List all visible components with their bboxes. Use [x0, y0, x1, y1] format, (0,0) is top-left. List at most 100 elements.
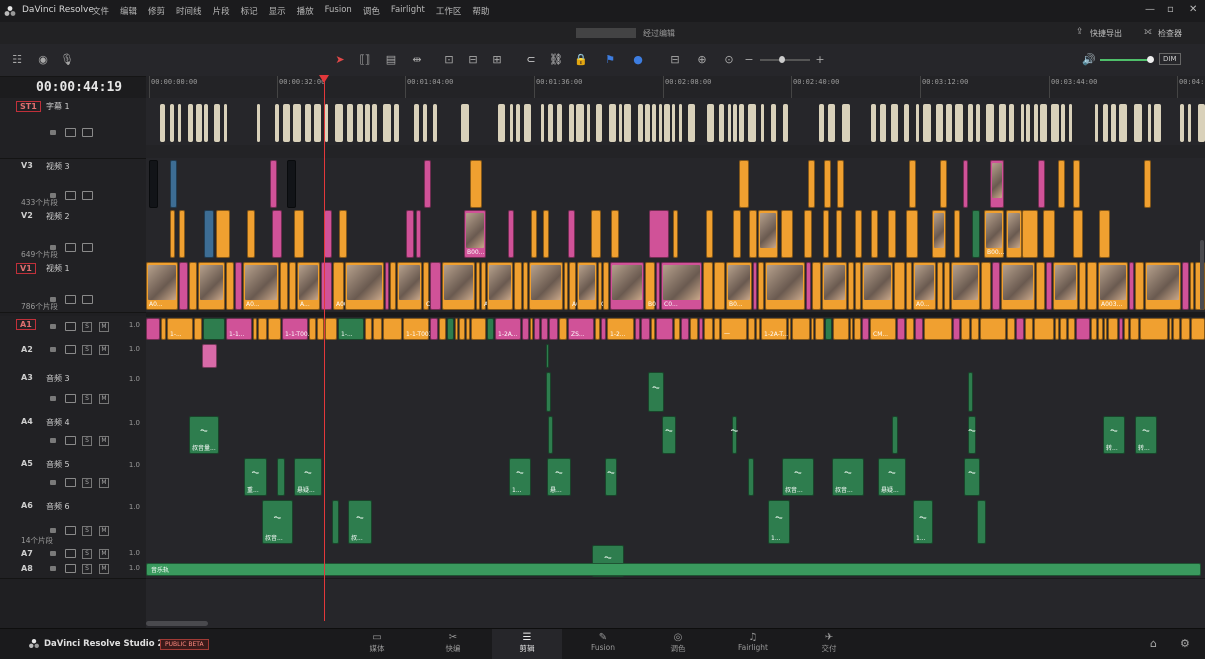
video-clip[interactable]	[951, 262, 980, 310]
mute-button[interactable]: M	[99, 549, 109, 559]
audio-clip[interactable]	[365, 318, 372, 340]
audio-clip[interactable]	[704, 318, 713, 340]
subtitle-clip[interactable]	[275, 104, 279, 142]
video-clip[interactable]	[822, 262, 847, 310]
audio-clip[interactable]	[534, 318, 540, 340]
auto-select-icon[interactable]	[65, 478, 76, 487]
video-clip[interactable]	[287, 160, 296, 208]
track-header-a2[interactable]: A2 S M 1.0	[0, 342, 146, 371]
lock-icon[interactable]	[50, 438, 56, 443]
audio-clip[interactable]	[897, 318, 905, 340]
video-clip[interactable]	[1022, 210, 1038, 258]
subtitle-clip[interactable]	[1069, 104, 1072, 142]
video-clip[interactable]	[990, 160, 1004, 208]
audio-clip[interactable]	[1007, 318, 1015, 340]
video-clip[interactable]	[514, 262, 522, 310]
subtitle-clip[interactable]	[214, 104, 220, 142]
audio-clip[interactable]: ⏦ 1...	[509, 458, 531, 496]
audio-clip[interactable]	[656, 318, 673, 340]
video-clip[interactable]	[932, 210, 946, 258]
audio-clip[interactable]	[1034, 318, 1054, 340]
video-clip[interactable]	[397, 262, 422, 310]
video-clip[interactable]: A0...	[146, 262, 178, 310]
audio-clip[interactable]	[1119, 318, 1123, 340]
video-clip[interactable]	[781, 210, 793, 258]
audio-clip[interactable]	[635, 318, 640, 340]
subtitle-clip[interactable]	[1111, 104, 1116, 142]
menu-item[interactable]: 文件	[92, 5, 109, 17]
video-clip[interactable]	[909, 160, 916, 208]
track-header-v1[interactable]: V1 视频 1 786个片段	[0, 260, 146, 313]
video-clip[interactable]	[564, 262, 568, 310]
subtitle-clip[interactable]	[880, 104, 886, 142]
audio-clip[interactable]	[1191, 318, 1205, 340]
video-clip[interactable]	[280, 262, 288, 310]
audio-clip[interactable]: ⏦ 叔音量...	[189, 416, 219, 454]
audio-clip[interactable]	[1181, 318, 1190, 340]
video-clip[interactable]	[739, 160, 749, 208]
video-clip[interactable]	[591, 210, 601, 258]
video-clip[interactable]	[531, 210, 537, 258]
audio-clip[interactable]	[373, 318, 382, 340]
subtitle-clip[interactable]	[645, 104, 650, 142]
subtitle-clip[interactable]	[188, 104, 193, 142]
subtitle-clip[interactable]	[719, 104, 724, 142]
layout-options-icon[interactable]: ☷	[10, 53, 24, 67]
menu-item[interactable]: Fairlight	[391, 5, 425, 17]
audio-clip[interactable]: ⏦ 叔音...	[832, 458, 864, 496]
menu-item[interactable]: 标记	[241, 5, 258, 17]
video-clip[interactable]: B0...	[726, 262, 752, 310]
subtitle-clip[interactable]	[652, 104, 656, 142]
audio-clip[interactable]	[487, 318, 494, 340]
mute-button[interactable]: M	[99, 564, 109, 574]
audio-clip[interactable]	[906, 318, 914, 340]
subtitle-clip[interactable]	[828, 104, 835, 142]
audio-clip[interactable]	[651, 318, 655, 340]
video-clip[interactable]	[1046, 262, 1052, 310]
lock-icon[interactable]	[50, 480, 56, 485]
video-clip[interactable]	[1190, 262, 1194, 310]
audio-clip[interactable]	[756, 318, 760, 340]
auto-select-icon[interactable]	[65, 436, 76, 445]
video-clip[interactable]	[855, 262, 861, 310]
auto-select-icon[interactable]	[65, 394, 76, 403]
subtitle-clip[interactable]	[314, 104, 321, 142]
audio-clip[interactable]	[459, 318, 465, 340]
menu-item[interactable]: 修剪	[148, 5, 165, 17]
subtitle-clip[interactable]	[728, 104, 731, 142]
video-clip[interactable]	[204, 210, 214, 258]
subtitle-clip[interactable]	[335, 104, 343, 142]
zoom-slider-handle[interactable]	[779, 56, 785, 63]
audio-clip[interactable]: 1-2...	[607, 318, 634, 340]
audio-clip[interactable]: ZS...	[568, 318, 594, 340]
video-clip[interactable]	[1135, 262, 1144, 310]
subtitle-clip[interactable]	[1154, 104, 1161, 142]
subtitle-clip[interactable]	[1198, 104, 1205, 142]
subtitle-clip[interactable]	[365, 104, 370, 142]
subtitle-clip[interactable]	[433, 104, 437, 142]
video-clip[interactable]	[442, 262, 475, 310]
subtitle-clip[interactable]	[510, 104, 513, 142]
video-clip[interactable]	[749, 210, 757, 258]
track-header-a4[interactable]: A4 音频 4 S M 1.0	[0, 414, 146, 457]
selection-tool-icon[interactable]: ➤	[333, 53, 347, 67]
subtitle-clip[interactable]	[325, 104, 328, 142]
subtitle-clip[interactable]	[372, 104, 377, 142]
audio-clip[interactable]	[595, 318, 600, 340]
audio-clip[interactable]	[277, 458, 285, 496]
project-manager-icon[interactable]: ⌂	[1150, 637, 1157, 650]
track-header-a3[interactable]: A3 音频 3 S M 1.0	[0, 370, 146, 415]
video-clip[interactable]: C0...	[661, 262, 702, 310]
track-header-v2[interactable]: V2 视频 2 649个片段	[0, 208, 146, 261]
audio-clip[interactable]	[546, 372, 551, 412]
subtitle-clip[interactable]	[516, 104, 520, 142]
audio-clip[interactable]	[862, 318, 869, 340]
video-clip[interactable]	[1144, 160, 1151, 208]
track-header-v3[interactable]: V3 视频 3 433个片段	[0, 158, 146, 209]
video-clip[interactable]	[837, 160, 844, 208]
video-clip[interactable]	[543, 210, 549, 258]
solo-button[interactable]: S	[82, 394, 92, 404]
audio-clip[interactable]	[641, 318, 650, 340]
menu-item[interactable]: 帮助	[472, 5, 489, 17]
subtitle-clip[interactable]	[771, 104, 776, 142]
